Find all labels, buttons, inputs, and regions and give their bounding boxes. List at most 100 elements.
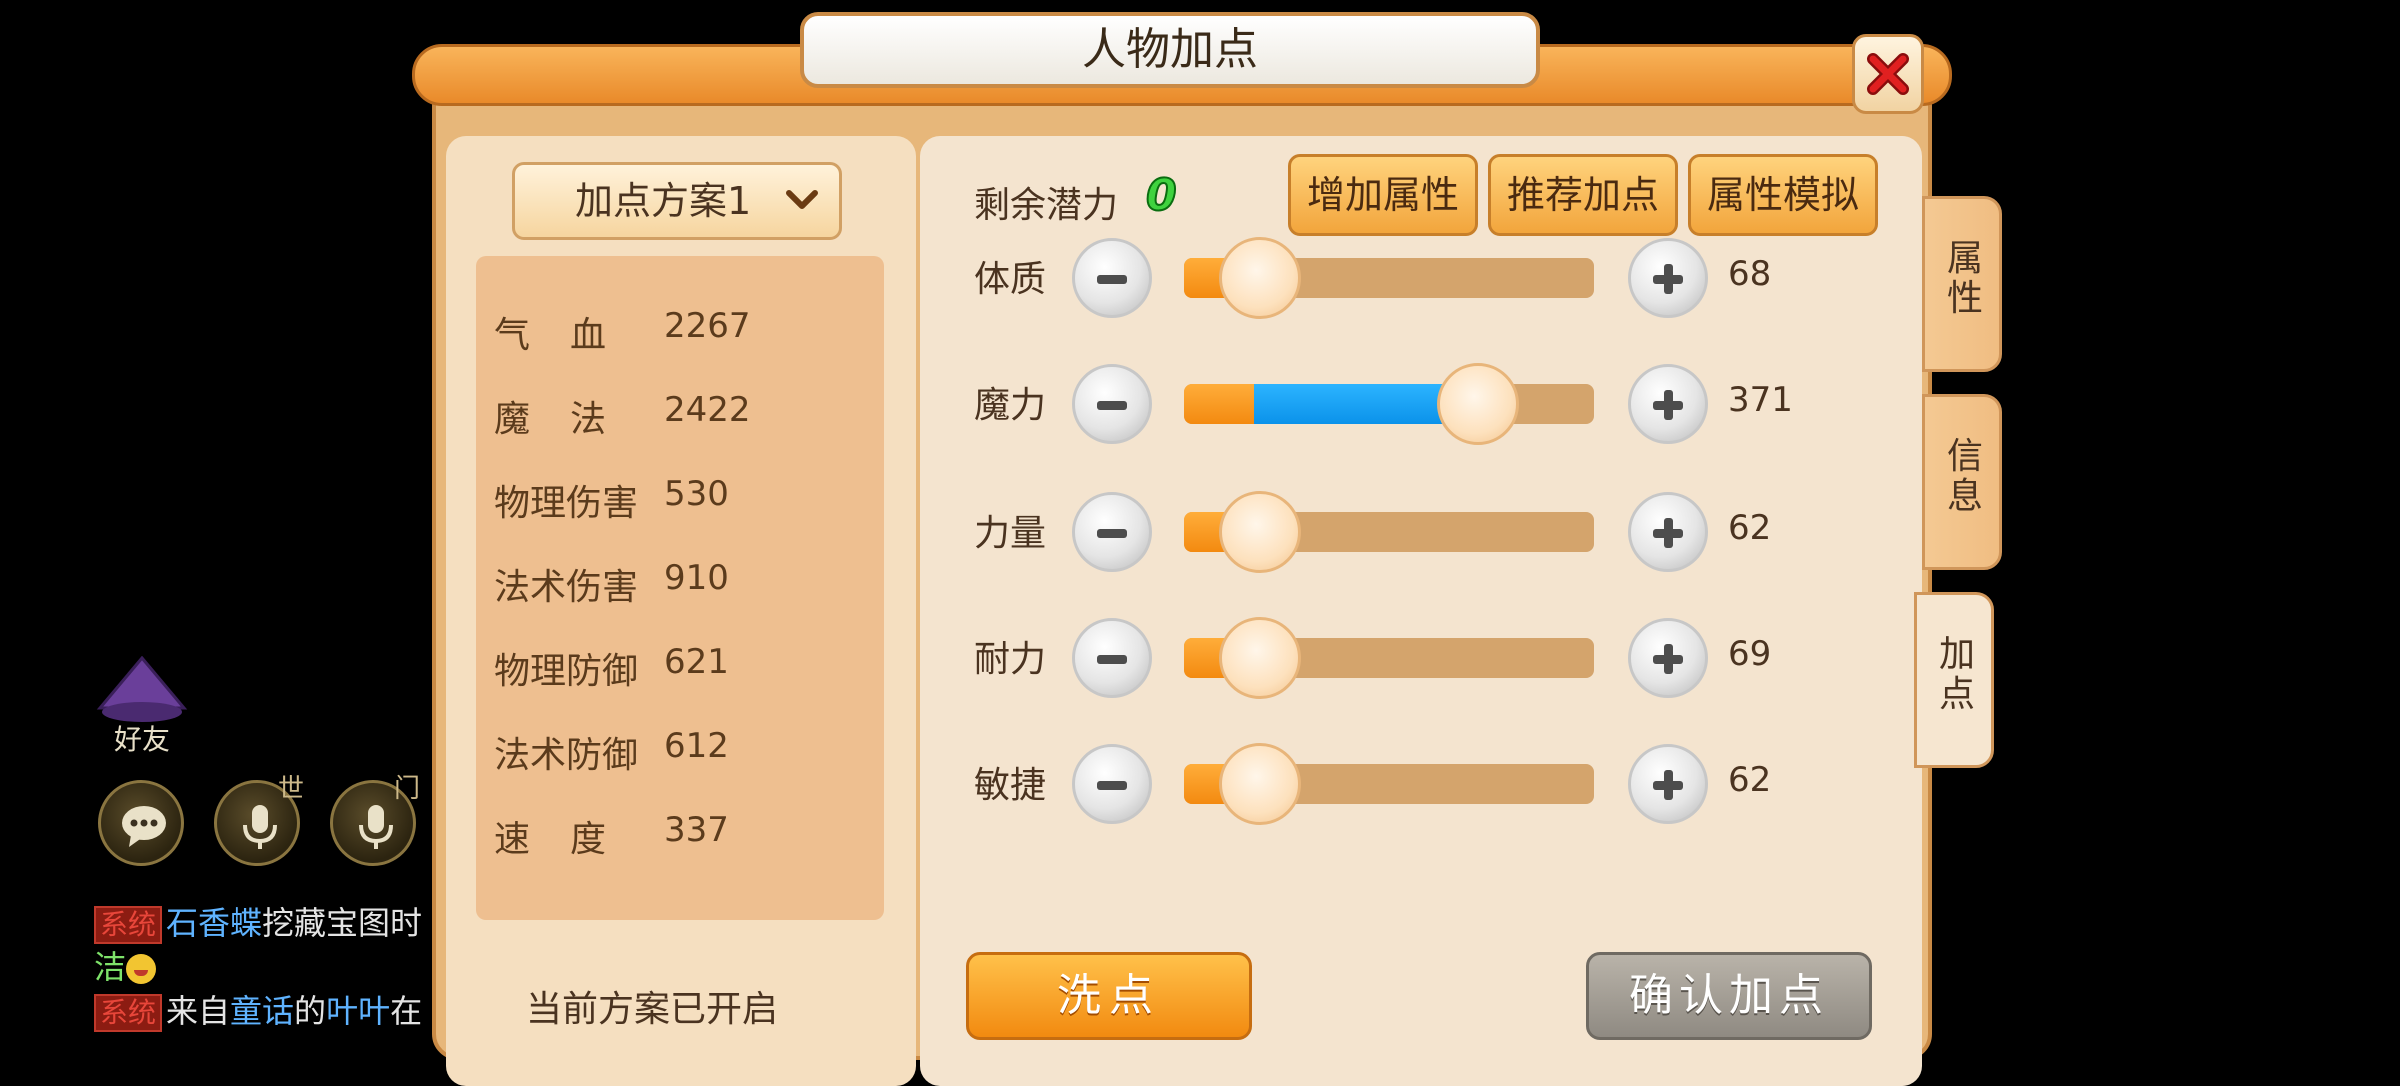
plan-status-text: 当前方案已开启 — [526, 989, 779, 1030]
stat-value: 612 — [664, 726, 729, 766]
minus-icon — [1097, 529, 1127, 538]
minus-icon — [1097, 781, 1127, 790]
attribute-name: 耐力 — [974, 639, 1047, 680]
chat-text: 挖藏宝图时 — [262, 904, 423, 942]
attribute-name: 力量 — [974, 513, 1047, 554]
plus-icon-vertical — [1664, 390, 1673, 420]
chat-text: 来自 — [166, 992, 231, 1030]
increase-button[interactable] — [1628, 492, 1708, 572]
slider-knob[interactable] — [1219, 237, 1301, 319]
attribute-name: 敏捷 — [974, 765, 1047, 806]
system-tag: 系统 — [94, 994, 163, 1032]
slider-knob[interactable] — [1219, 491, 1301, 573]
recommend-points-button[interactable]: 推荐加点 — [1488, 154, 1678, 236]
attribute-name: 魔力 — [974, 385, 1047, 426]
decrease-button[interactable] — [1072, 492, 1152, 572]
stat-row-phys-damage: 物理伤害 530 — [494, 474, 814, 524]
world-channel-tag: 世 — [278, 774, 305, 804]
stat-row-speed: 速度 337 — [494, 810, 814, 860]
tab-info[interactable]: 信息 — [1922, 394, 2002, 570]
attribute-value: 68 — [1728, 254, 1772, 294]
tab-label: 信息 — [1946, 436, 1983, 517]
decrease-button[interactable] — [1072, 238, 1152, 318]
dialog-frame: 加点方案1 气血 2267 魔法 2422 物理伤害 530 法术伤害 910 … — [432, 80, 1932, 1086]
plus-icon-vertical — [1664, 264, 1673, 294]
stat-value: 2267 — [664, 306, 751, 346]
stat-value: 530 — [664, 474, 729, 514]
add-attribute-button[interactable]: 增加属性 — [1288, 154, 1478, 236]
attribute-simulate-button[interactable]: 属性模拟 — [1688, 154, 1878, 236]
attribute-slider[interactable] — [1184, 237, 1594, 319]
attribute-value: 69 — [1728, 634, 1772, 674]
attribute-slider[interactable] — [1184, 743, 1594, 825]
chat-line-1[interactable]: 系统 石香蝶挖藏宝图时 — [94, 898, 422, 944]
chat-line-3[interactable]: 系统 来自童话的叶叶在 — [94, 986, 422, 1032]
system-tag: 系统 — [94, 906, 163, 944]
tab-attributes[interactable]: 属性 — [1922, 196, 2002, 372]
plan-dropdown-label: 加点方案1 — [575, 179, 752, 223]
close-button[interactable] — [1852, 34, 1924, 114]
stat-name: 魔法 — [494, 399, 647, 440]
increase-button[interactable] — [1628, 618, 1708, 698]
stat-row-mp: 魔法 2422 — [494, 390, 814, 440]
microphone-icon — [359, 805, 393, 849]
potential-value: 0 — [1145, 169, 1178, 222]
attribute-name: 体质 — [974, 259, 1047, 300]
confirm-points-button[interactable]: 确认加点 — [1586, 952, 1872, 1040]
tab-label: 属性 — [1946, 238, 1983, 319]
minus-icon — [1097, 401, 1127, 410]
minus-icon — [1097, 655, 1127, 664]
dialog-title: 人物加点 — [1082, 24, 1258, 75]
potential-label: 剩余潜力 — [974, 185, 1119, 226]
reset-points-button[interactable]: 洗点 — [966, 952, 1252, 1040]
attribute-value: 62 — [1728, 760, 1772, 800]
title-plate: 人物加点 — [800, 12, 1540, 88]
increase-button[interactable] — [1628, 364, 1708, 444]
close-icon — [1867, 53, 1909, 95]
plus-icon-vertical — [1664, 644, 1673, 674]
slider-knob[interactable] — [1219, 743, 1301, 825]
chat-text: 在 — [390, 992, 423, 1030]
increase-button[interactable] — [1628, 238, 1708, 318]
attribute-slider[interactable] — [1184, 491, 1594, 573]
friend-button[interactable]: 好友 — [96, 656, 188, 756]
slider-base-fill — [1184, 384, 1254, 424]
attribute-value: 371 — [1728, 380, 1793, 420]
stat-value: 910 — [664, 558, 729, 598]
minus-icon — [1097, 275, 1127, 284]
stat-value: 337 — [664, 810, 729, 850]
plan-dropdown[interactable]: 加点方案1 — [512, 162, 842, 240]
chat-bubble-icon — [122, 806, 166, 847]
decrease-button[interactable] — [1072, 618, 1152, 698]
stat-name: 气血 — [494, 315, 647, 356]
player-name[interactable]: 叶叶 — [326, 992, 390, 1030]
plus-icon-vertical — [1664, 518, 1673, 548]
stat-row-magic-damage: 法术伤害 910 — [494, 558, 814, 608]
decrease-button[interactable] — [1072, 364, 1152, 444]
stat-name: 法术伤害 — [494, 567, 639, 608]
plus-icon-vertical — [1664, 770, 1673, 800]
avatar-hat-icon — [96, 656, 188, 722]
stat-name: 物理防御 — [494, 651, 639, 692]
place-name[interactable]: 童话 — [230, 992, 294, 1030]
increase-button[interactable] — [1628, 744, 1708, 824]
tab-add-points[interactable]: 加点 — [1914, 592, 1994, 768]
attribute-slider[interactable] — [1184, 363, 1594, 445]
chat-text: 的 — [294, 992, 327, 1030]
slider-knob[interactable] — [1437, 363, 1520, 445]
stat-row-magic-defense: 法术防御 612 — [494, 726, 814, 776]
chat-button[interactable] — [98, 780, 184, 866]
attribute-value: 62 — [1728, 508, 1772, 548]
chat-line-2: 洁 — [94, 942, 157, 988]
player-name[interactable]: 石香蝶 — [166, 904, 262, 942]
tab-label: 加点 — [1938, 634, 1975, 715]
smile-emoji-icon — [126, 954, 157, 984]
attribute-point-dialog: 加点方案1 气血 2267 魔法 2422 物理伤害 530 法术伤害 910 … — [412, 12, 2002, 1086]
stat-name: 法术防御 — [494, 735, 639, 776]
stat-value: 2422 — [664, 390, 751, 430]
decrease-button[interactable] — [1072, 744, 1152, 824]
stat-name: 物理伤害 — [494, 483, 639, 524]
chevron-down-icon — [786, 190, 818, 209]
attribute-slider[interactable] — [1184, 617, 1594, 699]
slider-knob[interactable] — [1219, 617, 1301, 699]
